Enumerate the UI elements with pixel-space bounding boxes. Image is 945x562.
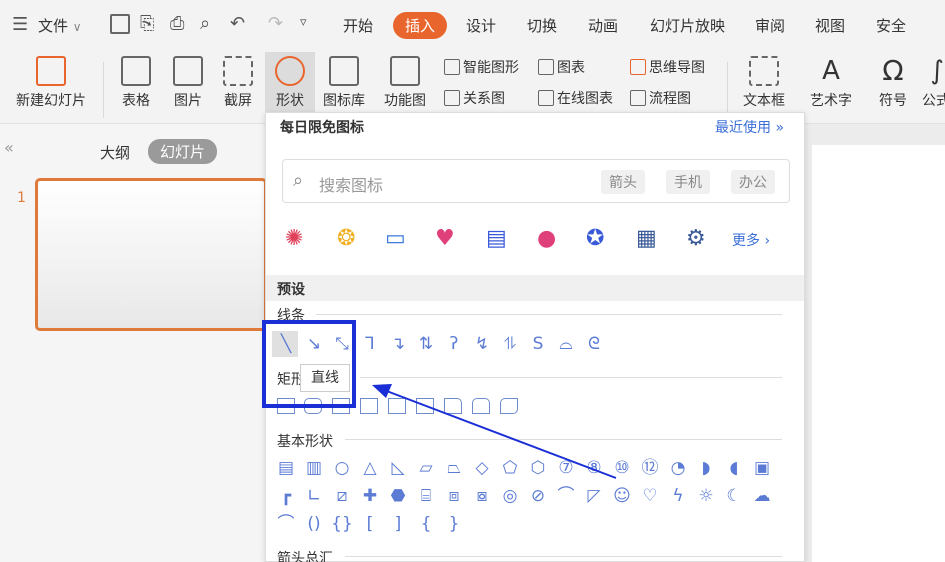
annotation-arrow bbox=[372, 384, 617, 479]
